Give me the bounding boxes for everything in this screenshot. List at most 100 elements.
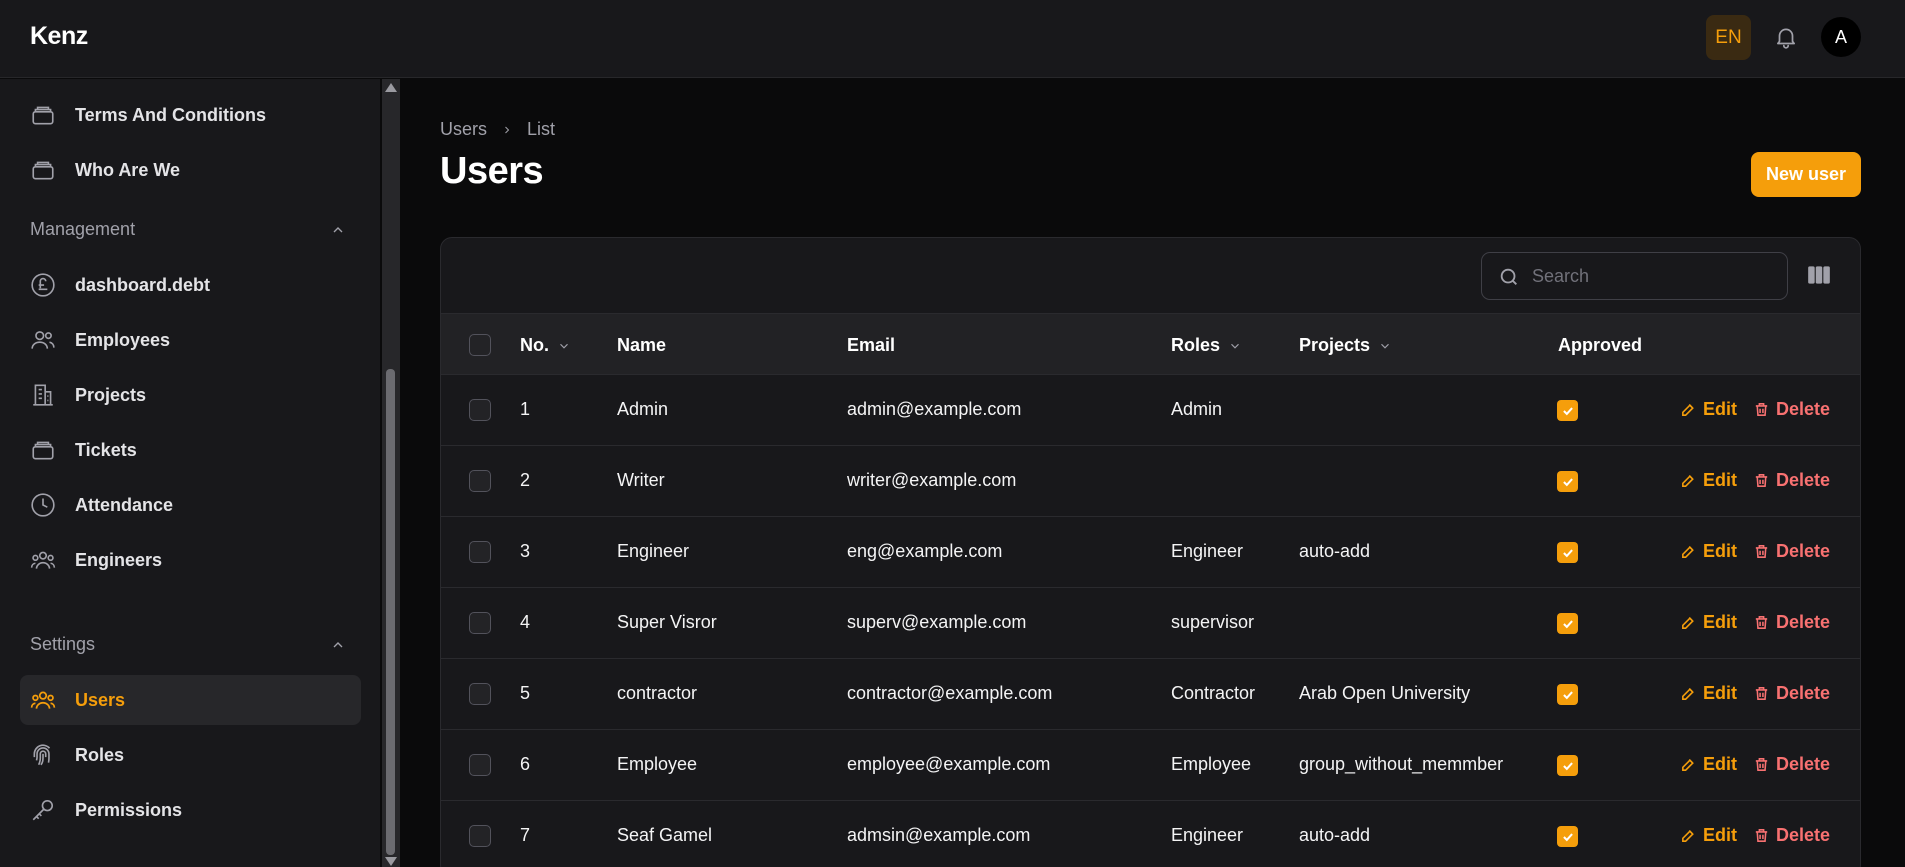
- sidebar-item-label: Attendance: [75, 494, 174, 515]
- new-user-button[interactable]: New user: [1751, 152, 1861, 197]
- chevron-right-icon: [505, 126, 510, 133]
- scroll-down-arrow[interactable]: [385, 857, 397, 866]
- cell-roles: Engineer: [1171, 825, 1244, 845]
- group-label-settings[interactable]: Settings: [30, 634, 95, 655]
- cell-email: contractor@example.com: [847, 683, 1053, 703]
- table-row: 6 Employee employee@example.com Employee…: [441, 730, 1860, 801]
- column-header-roles[interactable]: Roles: [1171, 335, 1242, 356]
- cell-no: 1: [520, 399, 531, 419]
- breadcrumb: Users List: [440, 119, 555, 140]
- columns-icon[interactable]: [1806, 262, 1832, 288]
- sidebar-item-terms[interactable]: Terms And Conditions: [20, 90, 361, 140]
- edit-icon: [1682, 474, 1694, 487]
- approved-checkbox[interactable]: [1557, 755, 1578, 776]
- sidebar-item-label: Permissions: [75, 799, 183, 820]
- users-icon: [31, 331, 55, 349]
- top-bar: Kenz EN A: [0, 0, 1905, 78]
- edit-button[interactable]: Edit: [1680, 612, 1737, 633]
- language-switcher[interactable]: EN: [1706, 15, 1751, 60]
- approved-checkbox[interactable]: [1557, 542, 1578, 563]
- approved-checkbox[interactable]: [1557, 471, 1578, 492]
- cell-name: Admin: [617, 399, 669, 419]
- approved-checkbox[interactable]: [1557, 613, 1578, 634]
- approved-checkbox[interactable]: [1557, 684, 1578, 705]
- breadcrumb-parent[interactable]: Users: [440, 119, 487, 140]
- edit-label: Edit: [1703, 825, 1737, 845]
- search-input[interactable]: [1532, 253, 1772, 299]
- table-toolbar: [441, 238, 1860, 313]
- check-icon: [1562, 761, 1573, 770]
- row-checkbox[interactable]: [469, 470, 491, 492]
- sidebar-item-attendance[interactable]: Attendance: [20, 480, 361, 530]
- row-checkbox[interactable]: [469, 754, 491, 776]
- approved-checkbox[interactable]: [1557, 400, 1578, 421]
- check-icon: [1562, 548, 1573, 557]
- table-row: 3 Engineer eng@example.com Engineer auto…: [441, 517, 1860, 588]
- edit-button[interactable]: Edit: [1680, 470, 1737, 491]
- search-icon: [1500, 268, 1517, 285]
- sidebar-item-debt[interactable]: dashboard.debt: [20, 260, 361, 310]
- group-label-management[interactable]: Management: [30, 219, 135, 240]
- sidebar-item-label: Terms And Conditions: [75, 104, 266, 125]
- delete-button[interactable]: Delete: [1753, 612, 1830, 633]
- column-header-label: Name: [617, 335, 667, 355]
- sidebar-item-roles[interactable]: Roles: [20, 730, 361, 780]
- bell-icon[interactable]: [1771, 22, 1801, 52]
- avatar[interactable]: A: [1821, 17, 1861, 57]
- delete-button[interactable]: Delete: [1753, 541, 1830, 562]
- edit-button[interactable]: Edit: [1680, 683, 1737, 704]
- search-box[interactable]: [1481, 252, 1788, 300]
- delete-button[interactable]: Delete: [1753, 399, 1830, 420]
- column-header-projects[interactable]: Projects: [1299, 335, 1392, 356]
- sidebar-item-who-are-we[interactable]: Who Are We: [20, 145, 361, 195]
- cell-projects: group_without_memmber: [1299, 754, 1504, 774]
- sidebar-item-employees[interactable]: Employees: [20, 315, 361, 365]
- column-header-name: Name: [617, 335, 666, 356]
- delete-button[interactable]: Delete: [1753, 754, 1830, 775]
- check-icon: [1562, 690, 1573, 699]
- edit-label: Edit: [1703, 612, 1737, 632]
- scroll-up-arrow[interactable]: [385, 83, 397, 92]
- edit-button[interactable]: Edit: [1680, 399, 1737, 420]
- chevron-up-icon[interactable]: [330, 222, 346, 238]
- delete-button[interactable]: Delete: [1753, 825, 1830, 846]
- chevron-down-icon: [1381, 343, 1389, 349]
- chevron-up-icon[interactable]: [330, 637, 346, 653]
- column-header-label: No.: [520, 335, 549, 355]
- row-checkbox[interactable]: [469, 683, 491, 705]
- check-icon: [1562, 477, 1573, 486]
- table-row: 5 contractor contractor@example.com Cont…: [441, 659, 1860, 730]
- key-icon: [32, 799, 54, 821]
- row-checkbox[interactable]: [469, 612, 491, 634]
- cell-roles: Engineer: [1171, 541, 1244, 561]
- row-checkbox[interactable]: [469, 541, 491, 563]
- cell-no: 6: [520, 754, 531, 774]
- edit-button[interactable]: Edit: [1680, 541, 1737, 562]
- sidebar-item-permissions[interactable]: Permissions: [20, 785, 361, 835]
- sidebar-scrollbar[interactable]: [382, 79, 399, 867]
- brand-logo[interactable]: Kenz: [30, 22, 88, 51]
- column-header-label: Projects: [1299, 335, 1371, 355]
- cell-roles: Contractor: [1171, 683, 1256, 703]
- column-header-no[interactable]: No.: [520, 335, 571, 356]
- sidebar-item-engineers[interactable]: Engineers: [20, 535, 361, 585]
- cell-email: employee@example.com: [847, 754, 1051, 774]
- sidebar-item-tickets[interactable]: Tickets: [20, 425, 361, 475]
- table-header: No. Name Email Roles Projects Approved: [441, 313, 1860, 375]
- pound-icon: [31, 273, 55, 297]
- approved-checkbox[interactable]: [1557, 826, 1578, 847]
- delete-button[interactable]: Delete: [1753, 470, 1830, 491]
- delete-button[interactable]: Delete: [1753, 683, 1830, 704]
- sidebar-item-users[interactable]: Users: [20, 675, 361, 725]
- cell-roles: Admin: [1171, 399, 1223, 419]
- sidebar-item-projects[interactable]: Projects: [20, 370, 361, 420]
- trash-icon: [1755, 403, 1768, 416]
- delete-label: Delete: [1776, 399, 1831, 419]
- cell-name: contractor: [617, 683, 698, 703]
- edit-button[interactable]: Edit: [1680, 825, 1737, 846]
- edit-button[interactable]: Edit: [1680, 754, 1737, 775]
- select-all-checkbox[interactable]: [469, 334, 491, 356]
- scroll-thumb[interactable]: [386, 369, 395, 855]
- row-checkbox[interactable]: [469, 825, 491, 847]
- row-checkbox[interactable]: [469, 399, 491, 421]
